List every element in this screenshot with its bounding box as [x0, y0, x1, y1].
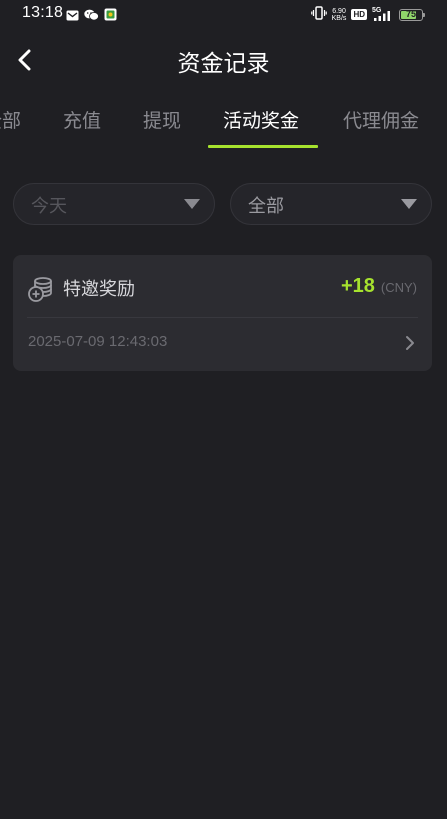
date-filter-value: 今天	[31, 196, 67, 217]
vibrate-icon	[310, 5, 327, 24]
net-speed-unit: KB/s	[331, 14, 347, 22]
date-filter-dropdown[interactable]: 今天	[13, 183, 215, 225]
active-tab-indicator	[208, 145, 318, 148]
signal-5g-icon: 5G	[372, 7, 394, 22]
notification-icons	[66, 6, 117, 25]
record-amount-group: +18 (CNY)	[341, 275, 417, 298]
tab-agent-commission[interactable]: 代理佣金	[343, 106, 419, 133]
tab-activity-bonus[interactable]: 活动奖金	[223, 106, 299, 133]
coins-plus-icon	[27, 275, 55, 303]
wechat-icon	[84, 6, 99, 25]
status-bar: 13:18 6.90 KB/s HD 5G 75	[0, 0, 447, 28]
page-title: 资金记录	[177, 51, 270, 77]
hd-icon: HD	[351, 9, 367, 20]
net-speed-value: 6.90	[332, 7, 346, 15]
record-card[interactable]: 特邀奖励 +18 (CNY) 2025-07-09 12:43:03	[13, 255, 432, 371]
status-time: 13:18	[22, 4, 64, 21]
chevron-right-icon	[404, 335, 416, 351]
tab-withdraw[interactable]: 提现	[143, 106, 181, 133]
battery-icon: 75	[399, 8, 425, 21]
caret-down-icon	[401, 199, 417, 209]
record-divider	[27, 317, 418, 318]
tab-all[interactable]: 全部	[0, 106, 21, 133]
record-time: 2025-07-09 12:43:03	[28, 333, 168, 350]
app-notification-icon	[104, 6, 117, 25]
status-right-icons: 6.90 KB/s HD 5G 75	[310, 5, 425, 24]
record-title: 特邀奖励	[63, 279, 135, 300]
tab-deposit[interactable]: 充值	[63, 106, 101, 133]
record-amount: +18	[340, 275, 375, 297]
net-speed: 6.90 KB/s	[332, 8, 347, 22]
type-filter-value: 全部	[248, 196, 284, 217]
header: 资金记录	[0, 40, 447, 80]
type-filter-dropdown[interactable]: 全部	[230, 183, 432, 225]
battery-level: 75	[405, 8, 416, 19]
record-currency: (CNY)	[380, 280, 417, 295]
battery-tip	[423, 12, 425, 17]
tab-bar: 全部 充值 提现 活动奖金 代理佣金	[0, 100, 447, 150]
caret-down-icon	[184, 199, 200, 209]
mail-notification-icon	[66, 6, 79, 25]
